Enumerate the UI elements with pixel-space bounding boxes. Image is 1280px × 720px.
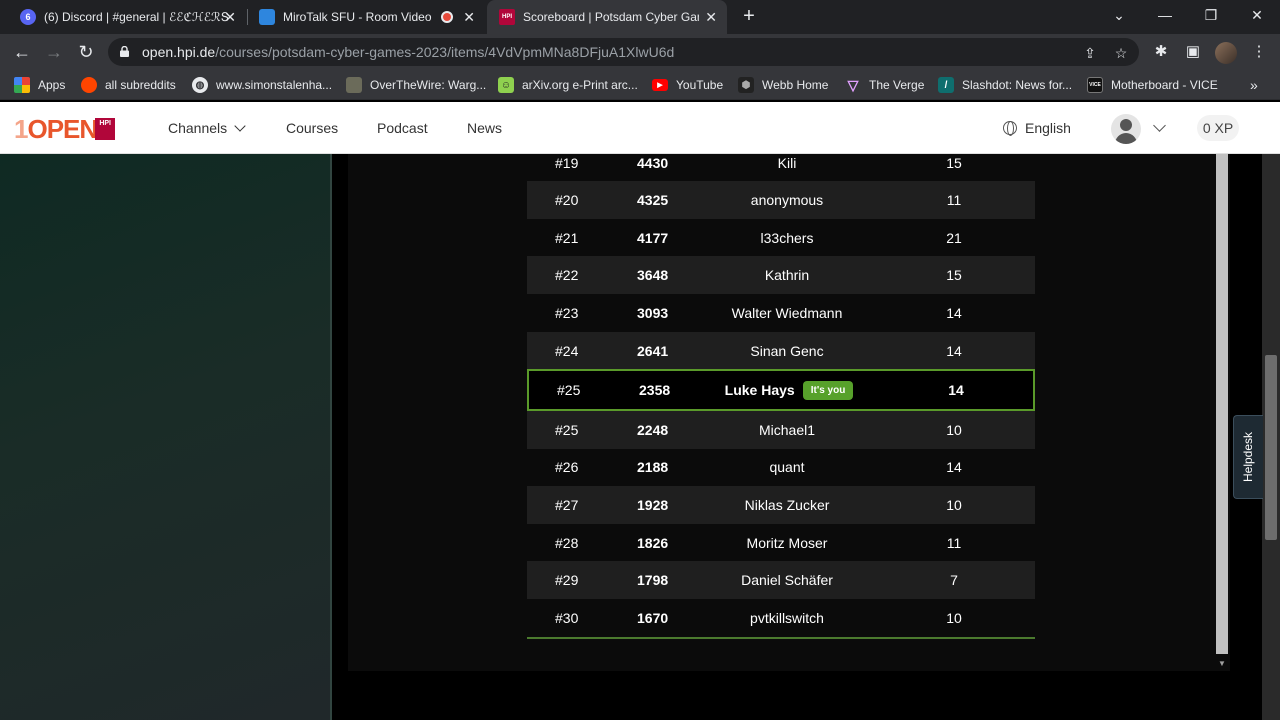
- apps-grid-icon: [14, 77, 30, 93]
- table-row: #25 2248 Michael1 10: [527, 411, 1035, 449]
- openhpi-logo[interactable]: 1 OPEN HPI: [14, 115, 116, 143]
- table-row: #28 1826 Moritz Moser 11: [555, 535, 962, 551]
- bookmark-reddit[interactable]: all subreddits: [81, 76, 176, 94]
- tab-mirotalk[interactable]: MiroTalk SFU - Room Video C ✕: [247, 0, 485, 34]
- minimize-button[interactable]: —: [1142, 0, 1188, 30]
- language-selector[interactable]: English: [1003, 120, 1071, 136]
- arxiv-icon: ☺: [498, 77, 514, 93]
- user-avatar[interactable]: [1111, 114, 1141, 144]
- close-tab-icon[interactable]: ✕: [705, 9, 717, 25]
- verge-icon: ▽: [847, 76, 859, 93]
- course-sidebar: [0, 154, 332, 720]
- table-row: #26 2188 quant 14: [555, 459, 962, 475]
- table-row: #30 1670 pvtkillswitch 10: [555, 610, 962, 626]
- nav-courses[interactable]: Courses: [286, 120, 338, 136]
- nav-news[interactable]: News: [467, 120, 502, 136]
- close-tab-icon[interactable]: ✕: [463, 9, 475, 25]
- table-bottom-border: [527, 637, 1035, 639]
- share-icon[interactable]: ⇪: [1081, 44, 1099, 62]
- bookmark-youtube[interactable]: ▶ YouTube: [652, 76, 723, 94]
- bookmark-verge[interactable]: ▽ The Verge: [845, 76, 925, 94]
- mirotalk-icon: [259, 9, 275, 25]
- bookmark-apps[interactable]: Apps: [14, 76, 65, 94]
- more-bookmarks-icon[interactable]: »: [1250, 76, 1258, 94]
- restore-button[interactable]: ❐: [1188, 0, 1234, 30]
- table-row: #27 1928 Niklas Zucker 10: [527, 486, 1035, 524]
- table-row: #19 4430 Kili 15: [555, 155, 962, 171]
- new-tab-button[interactable]: +: [738, 5, 760, 27]
- side-panel-icon[interactable]: ▣: [1183, 42, 1203, 62]
- page-scrollbar-thumb[interactable]: [1265, 355, 1277, 540]
- tab-scoreboard[interactable]: HPI Scoreboard | Potsdam Cyber Gam ✕: [487, 0, 727, 34]
- bookmark-star-icon[interactable]: ☆: [1112, 44, 1130, 62]
- menu-kebab-icon[interactable]: ⋮: [1249, 42, 1269, 62]
- youtube-icon: ▶: [652, 79, 668, 91]
- nav-channels[interactable]: Channels: [168, 120, 246, 136]
- table-row: #20 4325 anonymous 11: [527, 181, 1035, 219]
- tab-search-icon[interactable]: ⌄: [1096, 0, 1142, 30]
- forward-button[interactable]: →: [42, 40, 66, 64]
- table-row-current-user: #25 2358 Luke Hays It's you 14: [527, 369, 1035, 411]
- vice-icon: VICE: [1087, 77, 1103, 93]
- discord-icon: 6: [20, 9, 36, 25]
- table-row: #29 1798 Daniel Schäfer 7: [527, 561, 1035, 599]
- its-you-badge: It's you: [802, 380, 854, 400]
- nav-podcast[interactable]: Podcast: [377, 120, 428, 136]
- browser-toolbar: ← → ↻ open.hpi.de/courses/potsdam-cyber-…: [0, 34, 1280, 70]
- reddit-icon: [81, 77, 97, 93]
- overthewire-icon: [346, 77, 362, 93]
- chevron-down-icon[interactable]: [1153, 119, 1166, 132]
- url-text: open.hpi.de/courses/potsdam-cyber-games-…: [142, 44, 675, 60]
- back-button[interactable]: ←: [10, 40, 34, 64]
- tab-discord[interactable]: 6 (6) Discord | #general | ℰℰℭℋℰℛՏ ✕: [8, 0, 246, 34]
- bookmark-vice[interactable]: VICE Motherboard - VICE: [1087, 76, 1218, 94]
- address-bar[interactable]: open.hpi.de/courses/potsdam-cyber-games-…: [108, 38, 1139, 66]
- helpdesk-button[interactable]: Helpdesk: [1233, 415, 1263, 499]
- reload-button[interactable]: ↻: [74, 40, 98, 64]
- table-row: #23 3093 Walter Wiedmann 14: [555, 305, 962, 321]
- extensions-icon[interactable]: ✱: [1151, 42, 1171, 62]
- bookmark-simonstalenhag[interactable]: ◍ www.simonstalenha...: [192, 76, 332, 94]
- table-row: #24 2641 Sinan Genc 14: [527, 332, 1035, 370]
- bookmark-arxiv[interactable]: ☺ arXiv.org e-Print arc...: [498, 76, 638, 94]
- recording-icon: [441, 11, 453, 23]
- webb-icon: ⬢: [738, 77, 754, 93]
- tab-strip: 6 (6) Discord | #general | ℰℰℭℋℰℛՏ ✕ Mir…: [0, 0, 1280, 34]
- chevron-down-icon: [234, 120, 246, 132]
- bookmark-slashdot[interactable]: / Slashdot: News for...: [938, 76, 1072, 94]
- inner-scrollbar-thumb[interactable]: [1216, 154, 1228, 654]
- bookmarks-bar: Apps all subreddits ◍ www.simonstalenha.…: [0, 70, 1280, 100]
- globe-icon: [1003, 121, 1017, 136]
- bookmark-webb[interactable]: ⬢ Webb Home: [738, 76, 828, 94]
- table-row: #21 4177 l33chers 21: [555, 230, 962, 246]
- scroll-down-arrow-icon[interactable]: ▼: [1214, 657, 1230, 671]
- slashdot-icon: /: [938, 77, 954, 93]
- table-row: #22 3648 Kathrin 15: [527, 256, 1035, 294]
- hpi-icon: HPI: [499, 9, 515, 25]
- profile-avatar[interactable]: [1215, 42, 1237, 64]
- bookmark-overthewire[interactable]: OverTheWire: Warg...: [346, 76, 486, 94]
- xp-badge[interactable]: 0 XP: [1197, 115, 1239, 141]
- close-window-button[interactable]: ✕: [1234, 0, 1280, 30]
- close-tab-icon[interactable]: ✕: [224, 9, 236, 25]
- globe-icon: ◍: [192, 77, 208, 93]
- lock-icon: [120, 46, 129, 57]
